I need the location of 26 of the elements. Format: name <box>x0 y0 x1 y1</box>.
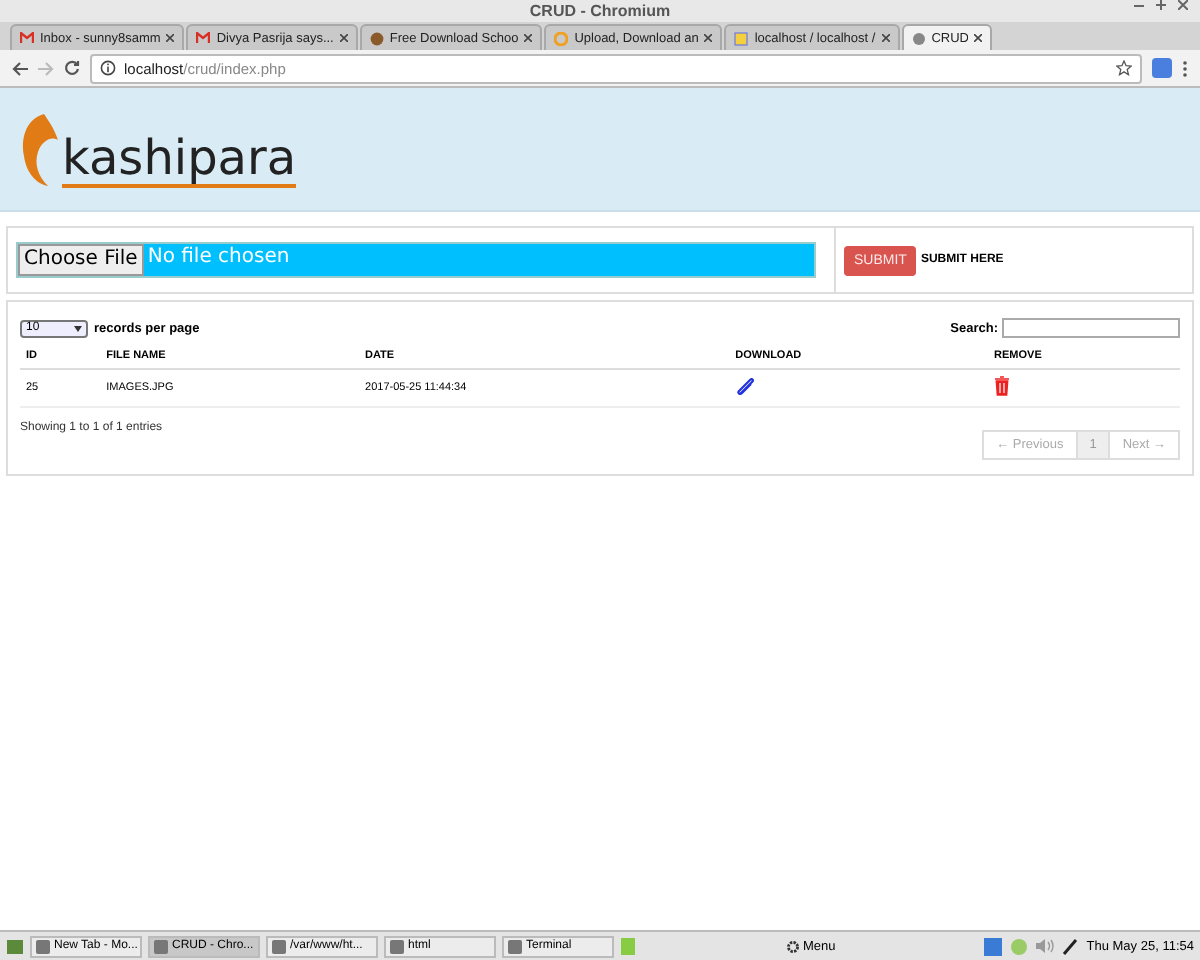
dropdown-caret-icon <box>74 325 82 331</box>
close-tab-icon[interactable] <box>524 34 533 42</box>
logo-text: kashipara <box>62 133 297 187</box>
reload-icon[interactable] <box>64 60 80 76</box>
minimize-icon[interactable] <box>1134 0 1144 10</box>
paperclip-icon[interactable] <box>735 377 756 395</box>
info-icon <box>100 60 116 76</box>
window-title: CRUD - Chromium <box>529 2 671 20</box>
trash-icon[interactable] <box>994 376 1011 396</box>
pen-icon[interactable] <box>1062 937 1079 955</box>
search-field[interactable] <box>1002 318 1180 338</box>
file-input[interactable]: Choose File No file chosen <box>16 242 816 278</box>
maximize-icon[interactable] <box>1156 0 1166 10</box>
close-tab-icon[interactable] <box>704 34 713 42</box>
close-tab-icon[interactable] <box>166 34 175 42</box>
mail-icon <box>196 32 211 44</box>
close-icon[interactable] <box>1178 0 1188 10</box>
back-icon[interactable] <box>12 61 28 75</box>
gear-icon <box>785 939 799 953</box>
close-tab-icon[interactable] <box>881 34 890 42</box>
mail-icon <box>20 32 34 44</box>
database-icon <box>734 31 749 45</box>
close-tab-icon[interactable] <box>974 34 983 42</box>
menu-icon[interactable] <box>1182 59 1188 77</box>
close-tab-icon[interactable] <box>339 34 348 42</box>
bookmark-star-icon[interactable] <box>1116 60 1132 76</box>
